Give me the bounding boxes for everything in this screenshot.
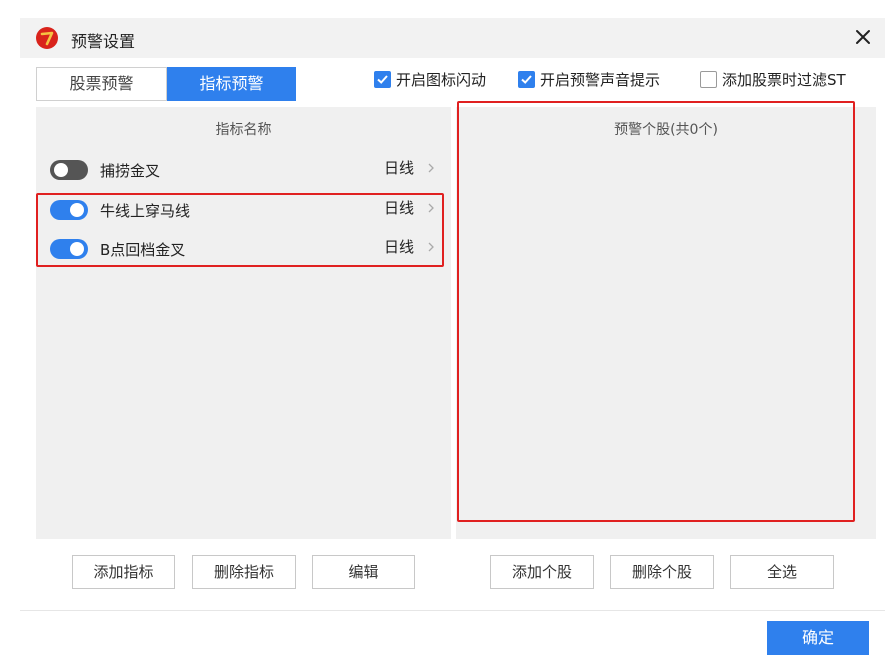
toggle-knob <box>70 242 84 256</box>
indicator-period: 日线 <box>384 199 415 217</box>
indicator-name: 牛线上穿马线 <box>100 202 191 220</box>
indicator-header: 指标名称 <box>215 122 272 138</box>
select-all-button[interactable]: 全选 <box>730 555 834 589</box>
checkbox-filter-st[interactable] <box>700 71 717 88</box>
add-stock-button[interactable]: 添加个股 <box>490 555 594 589</box>
add-indicator-button[interactable]: 添加指标 <box>72 555 175 589</box>
tab-indicator-alert[interactable]: 指标预警 <box>167 67 296 101</box>
dialog-title: 预警设置 <box>71 32 136 51</box>
indicator-toggle[interactable] <box>50 239 88 259</box>
option-alert-sound-label: 开启预警声音提示 <box>540 71 661 89</box>
checkbox-icon-flash[interactable] <box>374 71 391 88</box>
delete-stock-button[interactable]: 删除个股 <box>610 555 714 589</box>
indicator-toggle[interactable] <box>50 200 88 220</box>
indicator-period: 日线 <box>384 159 415 177</box>
chevron-right-icon[interactable] <box>426 160 436 176</box>
option-alert-sound[interactable]: 开启预警声音提示 <box>518 69 660 90</box>
edit-button[interactable]: 编辑 <box>312 555 415 589</box>
app-logo-icon <box>36 27 58 49</box>
delete-indicator-button[interactable]: 删除指标 <box>192 555 296 589</box>
check-icon <box>377 75 388 84</box>
indicator-period: 日线 <box>384 238 415 256</box>
title-bar: 预警设置 <box>20 18 885 58</box>
option-filter-st[interactable]: 添加股票时过滤ST <box>700 69 846 90</box>
stock-list-header: 预警个股(共0个) <box>614 122 718 138</box>
option-filter-st-label: 添加股票时过滤ST <box>722 71 846 89</box>
indicator-name: B点回档金叉 <box>100 241 186 259</box>
toggle-knob <box>70 203 84 217</box>
indicator-row[interactable]: 牛线上穿马线 日线 <box>36 194 443 228</box>
option-icon-flash[interactable]: 开启图标闪动 <box>374 69 486 90</box>
indicator-row[interactable]: 捕捞金叉 日线 <box>36 154 443 188</box>
chevron-right-icon[interactable] <box>426 200 436 216</box>
indicator-row[interactable]: B点回档金叉 日线 <box>36 233 443 267</box>
chevron-right-icon[interactable] <box>426 239 436 255</box>
toggle-knob <box>54 163 68 177</box>
indicator-name: 捕捞金叉 <box>100 162 161 180</box>
checkbox-alert-sound[interactable] <box>518 71 535 88</box>
footer-divider <box>20 610 885 611</box>
check-icon <box>521 75 532 84</box>
ok-button[interactable]: 确定 <box>767 621 869 655</box>
stock-panel: 预警个股(共0个) <box>456 107 876 539</box>
tab-stock-alert[interactable]: 股票预警 <box>36 67 167 101</box>
indicator-panel: 指标名称 捕捞金叉 日线 牛线上穿马线 日线 B点回档金叉 日线 <box>36 107 451 539</box>
indicator-toggle[interactable] <box>50 160 88 180</box>
close-icon[interactable] <box>851 25 875 49</box>
option-icon-flash-label: 开启图标闪动 <box>396 71 487 89</box>
tab-bar: 股票预警 指标预警 <box>36 67 296 101</box>
